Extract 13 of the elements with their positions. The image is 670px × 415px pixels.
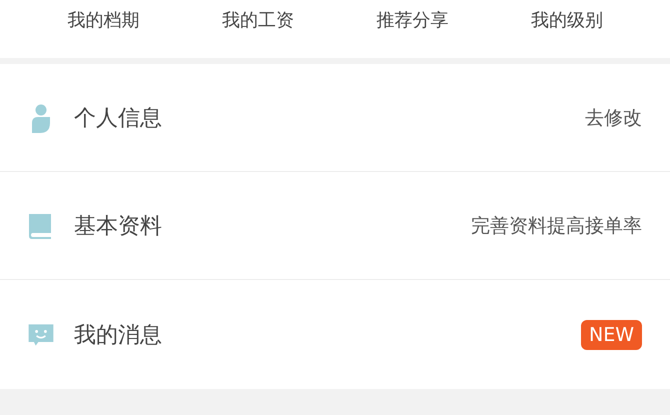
list-row[interactable]: 基本资料 完善资料提高接单率 bbox=[0, 172, 670, 280]
row-hint: 去修改 bbox=[585, 106, 642, 130]
new-badge: NEW bbox=[580, 320, 642, 350]
menu-link[interactable]: 我的工资 bbox=[222, 8, 294, 32]
menu-link[interactable]: 我的档期 bbox=[67, 8, 140, 32]
menu-link[interactable]: 推荐分享 bbox=[376, 8, 448, 32]
row-hint: 完善资料提高接单率 bbox=[471, 214, 642, 238]
row-label: 个人信息 bbox=[74, 104, 163, 132]
list-row[interactable]: 我的消息 NEW bbox=[0, 280, 670, 389]
row-label: 我的消息 bbox=[74, 322, 163, 350]
list-row[interactable]: 个人信息 去修改 bbox=[0, 64, 670, 172]
menu-link[interactable]: 我的级别 bbox=[530, 8, 603, 32]
row-label: 基本资料 bbox=[74, 212, 163, 240]
